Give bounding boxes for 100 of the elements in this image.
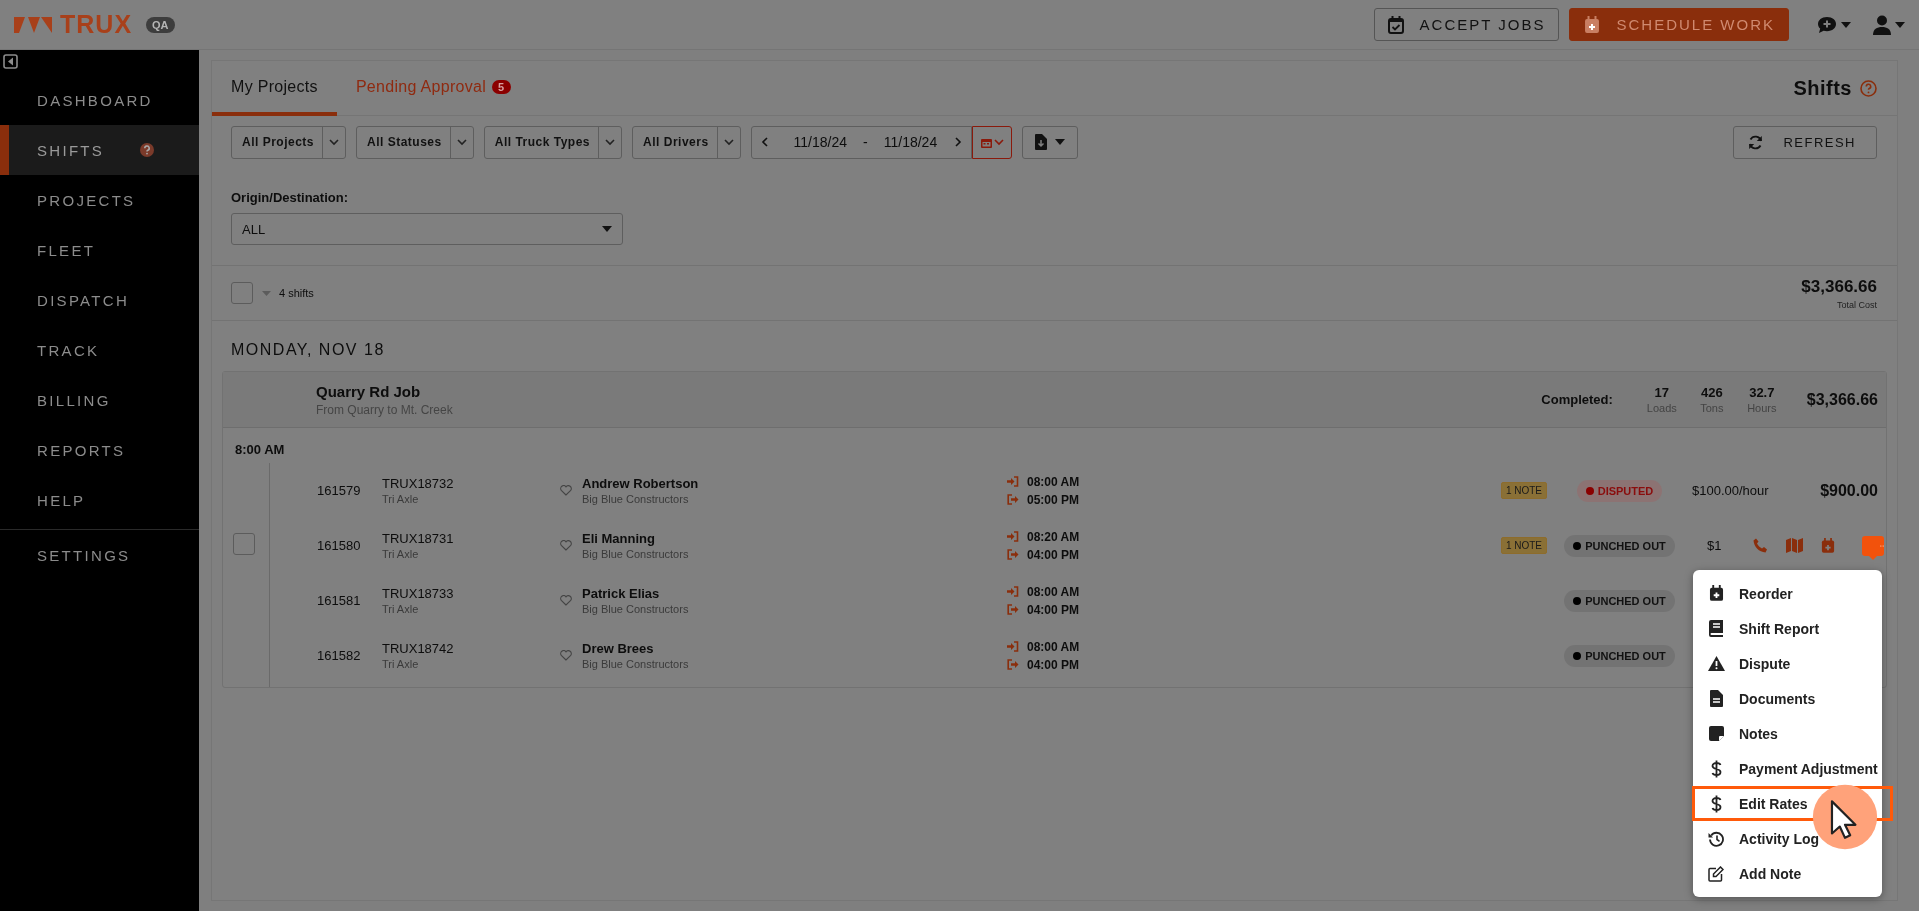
collapse-sidebar-icon[interactable] [3,54,18,69]
sidebar-item[interactable]: DASHBOARD [0,75,199,125]
sidebar-item[interactable]: HELP [0,475,199,525]
start-time: 08:00 AM [1027,639,1080,654]
origin-destination-select[interactable]: ALL [231,213,623,245]
sidebar-item[interactable]: SETTINGS [0,530,199,580]
company-name: Big Blue Constructors [582,603,690,615]
tab[interactable]: My Projects [212,61,337,116]
end-time: 04:00 PM [1027,657,1080,672]
book-icon [1709,620,1723,637]
end-time: 05:00 PM [1027,492,1080,507]
chevron-down-icon [723,137,734,147]
truck-type: Tri Axle [382,548,420,560]
calendar-plus-icon [1584,15,1601,34]
sidebar-item[interactable]: FLEET [0,225,199,275]
driver-name: Drew Brees [582,641,655,656]
start-time: 08:20 AM [1027,529,1080,544]
phone-icon[interactable] [1753,538,1768,553]
tab[interactable]: Pending Approval 5 [336,61,530,116]
sidebar-item[interactable]: REPORTS [0,425,199,475]
menu-item[interactable]: Add Note [1693,856,1882,891]
refresh-button[interactable]: REFRESH [1733,125,1877,159]
total-cost-value: $3,366.66 [1801,276,1877,297]
chevron-right-icon [953,137,964,147]
stat-value: 426 [1699,385,1724,400]
menu-item[interactable]: Notes [1693,716,1882,751]
caret-icon[interactable] [262,290,271,296]
filter-dropdown[interactable]: All Drivers [632,125,741,159]
driver-name: Andrew Robertson [582,476,700,491]
start-time: 08:00 AM [1027,584,1080,599]
map-icon[interactable] [1786,538,1803,553]
filter-dropdown[interactable]: All Truck Types [483,125,623,159]
job-name: Quarry Rd Job [316,382,422,400]
caret-icon [1895,21,1905,28]
document-icon [1709,690,1723,707]
driver-name: Patrick Elias [582,586,661,601]
dollar-icon [1710,794,1722,813]
logo-icon [14,14,54,35]
chevron-down-icon [329,137,340,147]
truck-name: TRUX18731 [382,531,455,546]
date-range-picker[interactable]: 11/18/24 - 11/18/24 [750,125,973,159]
chat-menu[interactable] [1817,15,1851,34]
row-checkbox[interactable] [233,533,255,555]
note-badge[interactable]: 1 NOTE [1500,482,1547,499]
note-badge[interactable]: 1 NOTE [1500,537,1547,554]
shift-id: 161581 [317,593,362,608]
truck-name: TRUX18732 [382,476,455,491]
shift-count: 4 shifts [279,287,314,299]
select-all-checkbox[interactable] [231,282,253,304]
sign-out-icon [1007,494,1019,505]
sidebar-item[interactable]: DISPATCH [0,275,199,325]
field-label: Origin/Destination: [231,190,349,205]
count-badge: 5 [492,79,511,94]
menu-item[interactable]: Documents [1693,681,1882,716]
calendar-plus-icon[interactable] [1821,537,1835,554]
sign-out-icon [1007,549,1019,560]
menu-item[interactable]: Edit Rates [1692,786,1893,821]
day-heading: MONDAY, NOV 18 [230,340,386,360]
company-name: Big Blue Constructors [582,493,690,505]
heart-icon[interactable] [560,540,572,551]
time-group-label: 8:00 AM [234,441,286,459]
heart-icon[interactable] [560,595,572,606]
sidebar-item[interactable]: BILLING [0,375,199,425]
status-badge: PUNCHED OUT [1564,644,1675,667]
shift-id: 161579 [317,483,362,498]
export-dropdown[interactable] [1022,125,1079,159]
history-icon [1707,830,1725,847]
calendar-icon [980,136,992,148]
sign-in-icon [1007,641,1019,652]
environment-badge: QA [146,16,175,33]
sidebar-item[interactable]: SHIFTS [0,125,199,175]
calendar-button[interactable] [972,125,1013,159]
heart-icon[interactable] [560,485,572,496]
help-icon[interactable] [1860,79,1877,97]
menu-item[interactable]: Shift Report [1693,611,1882,646]
filter-dropdown[interactable]: All Statuses [356,125,474,159]
sidebar-item[interactable]: PROJECTS [0,175,199,225]
menu-item[interactable]: Activity Log [1693,821,1882,856]
sidebar-item[interactable]: TRACK [0,325,199,375]
menu-item[interactable]: Dispute [1693,646,1882,681]
truck-name: TRUX18733 [382,586,455,601]
filter-dropdown[interactable]: All Projects [231,125,347,159]
caret-icon [1055,139,1066,145]
sign-in-icon [1007,586,1019,597]
warning-icon [1707,656,1725,671]
menu-item[interactable]: Reorder [1693,576,1882,611]
caret-icon [602,226,612,232]
truck-name: TRUX18742 [382,641,455,656]
rate-text: $1 [1707,538,1723,553]
driver-name: Eli Manning [582,531,656,546]
start-time: 08:00 AM [1027,474,1080,489]
accept-jobs-button[interactable]: ACCEPT JOBS [1373,8,1560,41]
date-separator: - [863,134,868,150]
rate-text: $100.00/hour [1692,483,1770,498]
calendar-plus-icon [1708,585,1724,602]
sign-in-icon [1007,476,1019,487]
dollar-icon [1710,759,1722,778]
menu-item[interactable]: Payment Adjustment [1693,751,1882,786]
user-menu[interactable] [1873,14,1905,35]
heart-icon[interactable] [560,650,572,661]
